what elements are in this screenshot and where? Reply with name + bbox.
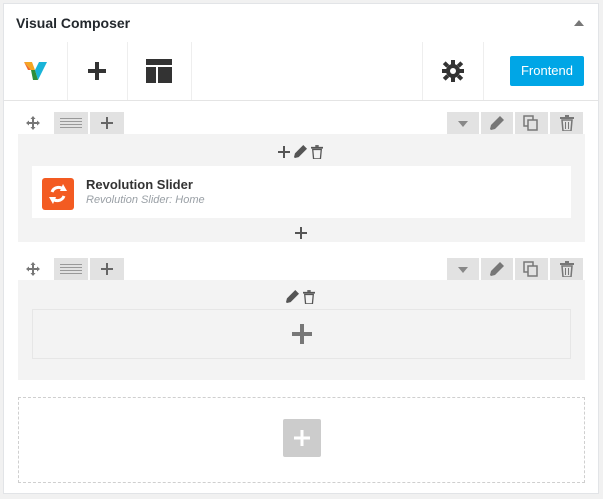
collapse-arrow-icon[interactable]: [574, 20, 584, 26]
column-controls: [286, 289, 326, 305]
row-2: [18, 258, 585, 380]
add-row-dropzone[interactable]: [18, 397, 585, 483]
plus-icon: [294, 430, 310, 446]
trash-icon[interactable]: [550, 258, 583, 280]
panel-header: Visual Composer: [4, 4, 598, 43]
vc-logo-button[interactable]: [4, 42, 68, 100]
columns-layout-icon[interactable]: [54, 258, 88, 280]
copy-icon[interactable]: [515, 112, 548, 134]
frontend-button[interactable]: Frontend: [510, 56, 584, 86]
visual-composer-logo-icon: [24, 62, 47, 80]
row-1: Revolution Slider Revolution Slider: Hom…: [18, 112, 585, 242]
add-element-plus-icon[interactable]: [295, 227, 307, 239]
empty-column-dropzone[interactable]: [32, 309, 571, 359]
move-icon[interactable]: [18, 112, 52, 134]
vc-toolbar: Frontend: [4, 42, 598, 101]
add-row-button[interactable]: [283, 419, 321, 457]
chevron-down-icon[interactable]: [447, 258, 479, 280]
add-column-plus-icon[interactable]: [90, 258, 124, 280]
pencil-icon[interactable]: [481, 258, 513, 280]
panel-title: Visual Composer: [16, 15, 131, 31]
plus-icon: [88, 62, 106, 80]
add-column-plus-icon[interactable]: [90, 112, 124, 134]
row-1-controls: [18, 112, 585, 134]
add-element-plus-icon[interactable]: [292, 324, 312, 344]
pencil-icon[interactable]: [294, 145, 307, 158]
chevron-down-icon[interactable]: [447, 112, 479, 134]
row-2-controls: [18, 258, 585, 280]
trash-icon[interactable]: [311, 145, 323, 159]
trash-icon[interactable]: [303, 290, 315, 304]
columns-layout-icon[interactable]: [54, 112, 88, 134]
add-element-button[interactable]: [67, 42, 128, 100]
visual-composer-panel: Visual Composer Frontend Revolution Slid…: [3, 3, 599, 494]
refresh-icon: [42, 178, 74, 210]
revolution-slider-element[interactable]: Revolution Slider Revolution Slider: Hom…: [32, 166, 571, 218]
move-icon[interactable]: [18, 258, 52, 280]
settings-button[interactable]: [422, 42, 484, 100]
pencil-icon[interactable]: [286, 290, 299, 303]
gear-icon: [442, 60, 464, 82]
plus-icon[interactable]: [278, 146, 290, 158]
copy-icon[interactable]: [515, 258, 548, 280]
trash-icon[interactable]: [550, 112, 583, 134]
templates-button[interactable]: [127, 42, 192, 100]
element-title: Revolution Slider: [86, 177, 193, 192]
pencil-icon[interactable]: [481, 112, 513, 134]
column-controls: [278, 144, 338, 160]
element-subtitle: Revolution Slider: Home: [86, 194, 205, 206]
layout-template-icon: [146, 59, 172, 83]
